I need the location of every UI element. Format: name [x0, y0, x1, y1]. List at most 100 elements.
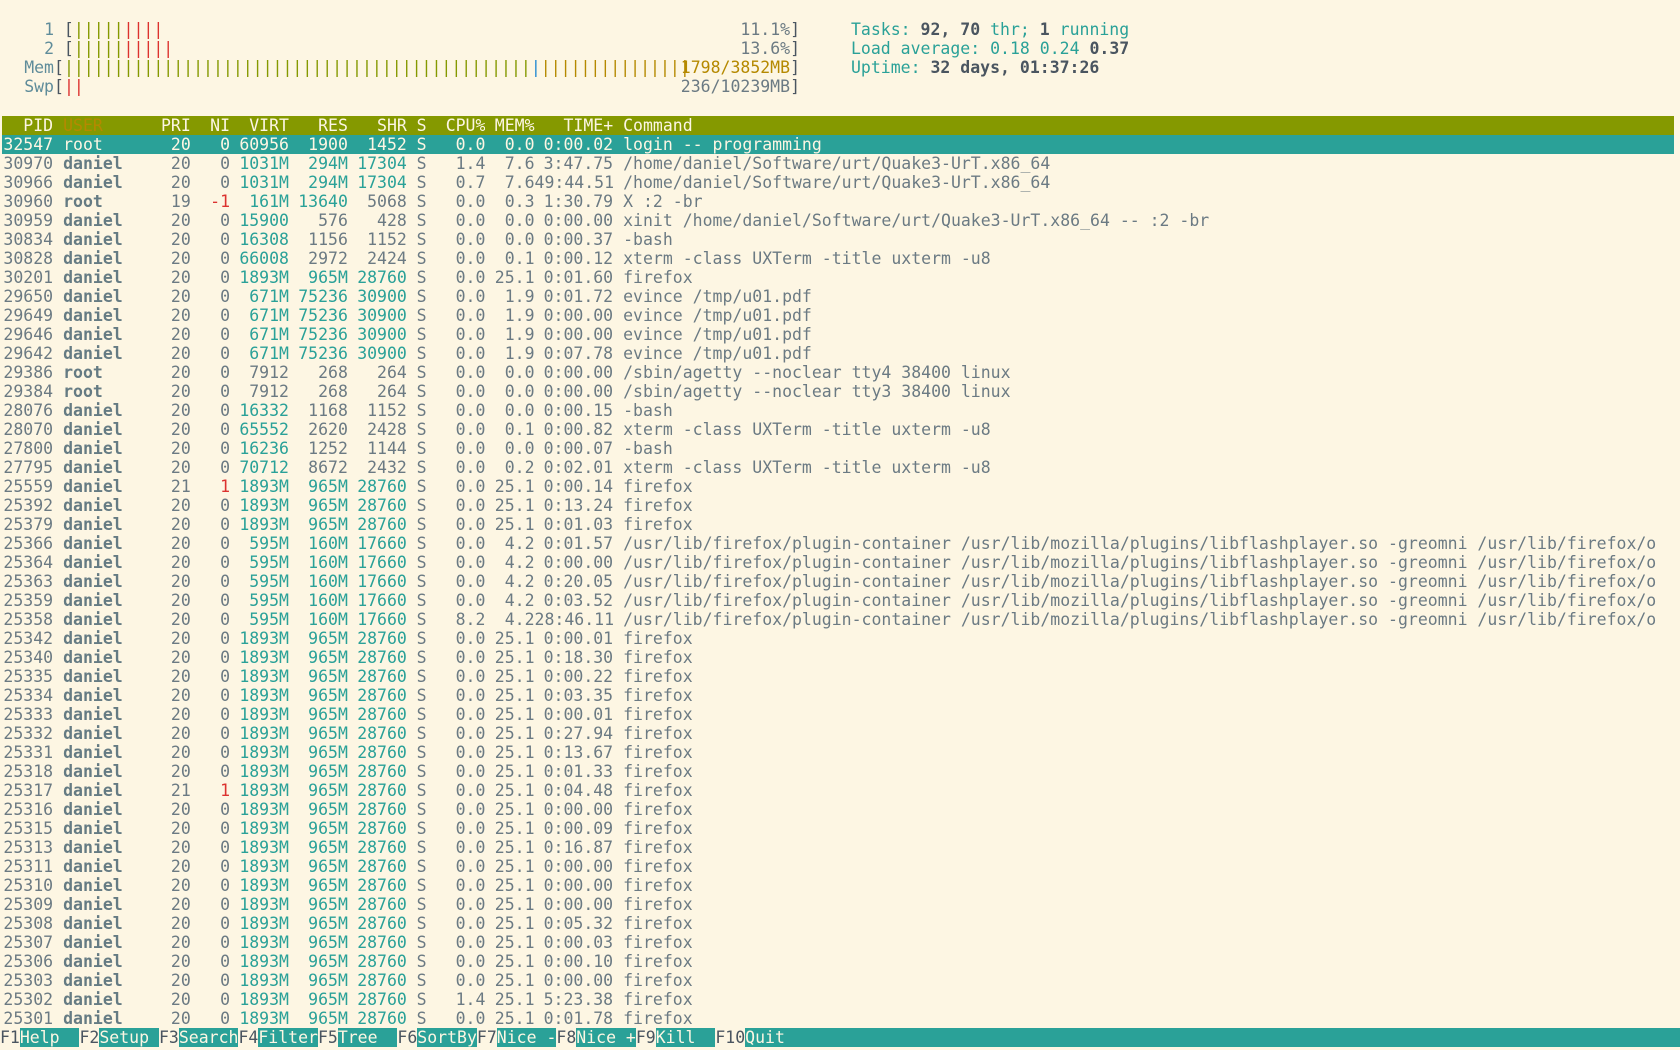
process-row[interactable]: 25363 daniel 20 0 595M 160M 17660 S 0.0 4.2 0:20.0… — [2, 572, 1674, 591]
cell-time: 0:13.67 — [543, 743, 614, 762]
fkey-f2-button[interactable]: Setup — [99, 1028, 159, 1047]
cell-shr: 2432 — [367, 458, 407, 477]
cell-pri: 20 — [170, 382, 191, 401]
cell-res: 965M — [308, 800, 348, 819]
process-row[interactable]: 30201 daniel 20 0 1893M 965M 28760 S 0.0 25.1 0:01… — [2, 268, 1674, 287]
cell-shr: 28760 — [357, 895, 407, 914]
process-row[interactable]: 25302 daniel 20 0 1893M 965M 28760 S 1.4 25.1 5:23… — [2, 990, 1674, 1009]
cell-pid: 30828 — [3, 249, 54, 268]
process-row[interactable]: 29646 daniel 20 0 671M 75236 30900 S 0.0 1.9 0:00.… — [2, 325, 1674, 344]
cell-pid: 25318 — [3, 762, 54, 781]
cell-shr: 17660 — [357, 591, 407, 610]
fkey-f10-button[interactable]: Quit — [745, 1028, 785, 1047]
process-row[interactable]: 30959 daniel 20 0 15900 576 428 S 0.0 0.0 0:00.00 x… — [2, 211, 1674, 230]
process-row[interactable]: 32547 root 20 0 60956 1900 1452 S 0.0 0.0 0:00.02 l… — [2, 135, 1674, 154]
process-row[interactable]: 25333 daniel 20 0 1893M 965M 28760 S 0.0 25.1 0:00… — [2, 705, 1674, 724]
process-row[interactable]: 28070 daniel 20 0 65552 2620 2428 S 0.0 0.1 0:00.8… — [2, 420, 1674, 439]
process-row[interactable]: 29642 daniel 20 0 671M 75236 30900 S 0.0 1.9 0:07.… — [2, 344, 1674, 363]
fkey-f9-button[interactable]: Kill — [655, 1028, 716, 1047]
process-row[interactable]: 25364 daniel 20 0 595M 160M 17660 S 0.0 4.2 0:00.0… — [2, 553, 1674, 572]
process-row[interactable]: 29384 root 20 0 7912 268 264 S 0.0 0.0 0:00.00/sbi… — [2, 382, 1674, 401]
process-row[interactable]: 25331 daniel 20 0 1893M 965M 28760 S 0.0 25.1 0:13… — [2, 743, 1674, 762]
process-row[interactable]: 25307 daniel 20 0 1893M 965M 28760 S 0.0 25.1 0:00… — [2, 933, 1674, 952]
process-row[interactable]: 25335 daniel 20 0 1893M 965M 28760 S 0.0 25.1 0:00… — [2, 667, 1674, 686]
process-row[interactable]: 27800 daniel 20 0 16236 1252 1144 S 0.0 0.0 0:00.0… — [2, 439, 1674, 458]
column-header-time[interactable]: TIME+ — [535, 116, 613, 135]
fkey-f3-button[interactable]: Search — [178, 1028, 239, 1047]
process-row[interactable]: 25379 daniel 20 0 1893M 965M 28760 S 0.0 25.1 0:01… — [2, 515, 1674, 534]
fkey-f7-button[interactable]: Nice - — [496, 1028, 557, 1047]
cell-virt: 671M — [249, 306, 289, 325]
process-row[interactable]: 25392 daniel 20 0 1893M 965M 28760 S 0.0 25.1 0:13… — [2, 496, 1674, 515]
process-row[interactable]: 30970 daniel 20 0 1031M 294M 17304 S 1.4 7.6 3:47.… — [2, 154, 1674, 173]
cell-user: daniel — [63, 496, 123, 515]
cell-shr: 28760 — [357, 743, 407, 762]
cell-user: daniel — [63, 990, 123, 1009]
process-row[interactable]: 28076 daniel 20 0 16332 1168 1152 S 0.0 0.0 0:00.1… — [2, 401, 1674, 420]
process-row[interactable]: 30834 daniel 20 0 16308 1156 1152 S 0.0 0.0 0:00.3… — [2, 230, 1674, 249]
column-header-virt[interactable]: VIRT — [230, 116, 289, 135]
process-row[interactable]: 30966 daniel 20 0 1031M 294M 17304 S 0.7 7.6 49:44… — [2, 173, 1674, 192]
process-row[interactable]: 25559 daniel 21 1 1893M 965M 28760 S 0.0 25.1 0:00… — [2, 477, 1674, 496]
fkey-f8-button[interactable]: Nice + — [576, 1028, 636, 1047]
column-header-command[interactable]: Command — [613, 116, 1674, 135]
column-header-pri[interactable]: PRI — [142, 116, 191, 135]
process-row[interactable]: 25342 daniel 20 0 1893M 965M 28760 S 0.0 25.1 0:00… — [2, 629, 1674, 648]
process-row[interactable]: 25311 daniel 20 0 1893M 965M 28760 S 0.0 25.1 0:00… — [2, 857, 1674, 876]
process-row[interactable]: 25359 daniel 20 0 595M 160M 17660 S 0.0 4.2 0:03.5… — [2, 591, 1674, 610]
process-row[interactable]: 25318 daniel 20 0 1893M 965M 28760 S 0.0 25.1 0:01… — [2, 762, 1674, 781]
column-header-s[interactable]: S — [407, 116, 427, 135]
process-row[interactable]: 25303 daniel 20 0 1893M 965M 28760 S 0.0 25.1 0:00… — [2, 971, 1674, 990]
process-row[interactable]: 25340 daniel 20 0 1893M 965M 28760 S 0.0 25.1 0:18… — [2, 648, 1674, 667]
fkey-f6-button[interactable]: SortBy — [417, 1028, 477, 1047]
process-row[interactable]: 29386 root 20 0 7912 268 264 S 0.0 0.0 0:00.00/sbi… — [2, 363, 1674, 382]
cell-ni: 0 — [220, 838, 231, 857]
fkey-f5-button[interactable]: Tree — [337, 1028, 398, 1047]
cell-shr: 28760 — [357, 933, 407, 952]
cell-res: 965M — [308, 477, 348, 496]
process-row[interactable]: 25332 daniel 20 0 1893M 965M 28760 S 0.0 25.1 0:27… — [2, 724, 1674, 743]
column-header-cpu[interactable]: CPU% — [427, 116, 486, 135]
process-row[interactable]: 27795 daniel 20 0 70712 8672 2432 S 0.0 0.2 0:02.0… — [2, 458, 1674, 477]
process-row[interactable]: 25310 daniel 20 0 1893M 965M 28760 S 0.0 25.1 0:00… — [2, 876, 1674, 895]
cell-user: daniel — [63, 857, 123, 876]
process-row[interactable]: 29649 daniel 20 0 671M 75236 30900 S 0.0 1.9 0:00.… — [2, 306, 1674, 325]
cell-pri: 20 — [170, 838, 191, 857]
process-row[interactable]: 25313 daniel 20 0 1893M 965M 28760 S 0.0 25.1 0:16… — [2, 838, 1674, 857]
cell-mem: 0.0 — [504, 363, 535, 382]
column-header-shr[interactable]: SHR — [348, 116, 407, 135]
cell-ni: 0 — [220, 686, 231, 705]
process-row[interactable]: 30960 root 19 -1 161M 13640 5068 S 0.0 0.3 1:30.79… — [2, 192, 1674, 211]
cell-mem: 25.1 — [494, 268, 535, 287]
column-header-user[interactable]: USER — [53, 116, 142, 135]
process-row[interactable]: 25308 daniel 20 0 1893M 965M 28760 S 0.0 25.1 0:05… — [2, 914, 1674, 933]
column-header-ni[interactable]: NI — [191, 116, 230, 135]
cell-cpu: 0.0 — [455, 135, 486, 154]
cell-cpu: 0.0 — [455, 496, 486, 515]
cell-s: S — [416, 344, 427, 363]
fkey-f1-button[interactable]: Help — [19, 1028, 80, 1047]
cell-pri: 20 — [170, 857, 191, 876]
process-row[interactable]: 29650 daniel 20 0 671M 75236 30900 S 0.0 1.9 0:01.… — [2, 287, 1674, 306]
column-header-pid[interactable]: PID — [2, 116, 53, 135]
process-row[interactable]: 30828 daniel 20 0 66008 2972 2424 S 0.0 0.1 0:00.1… — [2, 249, 1674, 268]
process-row[interactable]: 25317 daniel 21 1 1893M 965M 28760 S 0.0 25.1 0:04… — [2, 781, 1674, 800]
cell-pid: 25301 — [3, 1009, 54, 1028]
cell-command: firefox — [623, 876, 693, 895]
process-row[interactable]: 25315 daniel 20 0 1893M 965M 28760 S 0.0 25.1 0:00… — [2, 819, 1674, 838]
load-average-line: Load average: 0.18 0.24 0.37 — [851, 39, 1130, 58]
cell-cpu: 0.0 — [455, 800, 486, 819]
process-row[interactable]: 25301 daniel 20 0 1893M 965M 28760 S 0.0 25.1 0:01… — [2, 1009, 1674, 1028]
cell-pid: 25313 — [3, 838, 54, 857]
process-row[interactable]: 25358 daniel 20 0 595M 160M 17660 S 8.2 4.2 28:46.… — [2, 610, 1674, 629]
cell-time: 0:00.12 — [543, 249, 614, 268]
process-row[interactable]: 25316 daniel 20 0 1893M 965M 28760 S 0.0 25.1 0:00… — [2, 800, 1674, 819]
column-header-mem[interactable]: MEM% — [485, 116, 535, 135]
process-row[interactable]: 25334 daniel 20 0 1893M 965M 28760 S 0.0 25.1 0:03… — [2, 686, 1674, 705]
cell-virt: 1893M — [239, 971, 289, 990]
column-header-res[interactable]: RES — [289, 116, 348, 135]
process-row[interactable]: 25309 daniel 20 0 1893M 965M 28760 S 0.0 25.1 0:00… — [2, 895, 1674, 914]
process-row[interactable]: 25366 daniel 20 0 595M 160M 17660 S 0.0 4.2 0:01.5… — [2, 534, 1674, 553]
fkey-f4-button[interactable]: Filter — [258, 1028, 318, 1047]
process-row[interactable]: 25306 daniel 20 0 1893M 965M 28760 S 0.0 25.1 0:00… — [2, 952, 1674, 971]
